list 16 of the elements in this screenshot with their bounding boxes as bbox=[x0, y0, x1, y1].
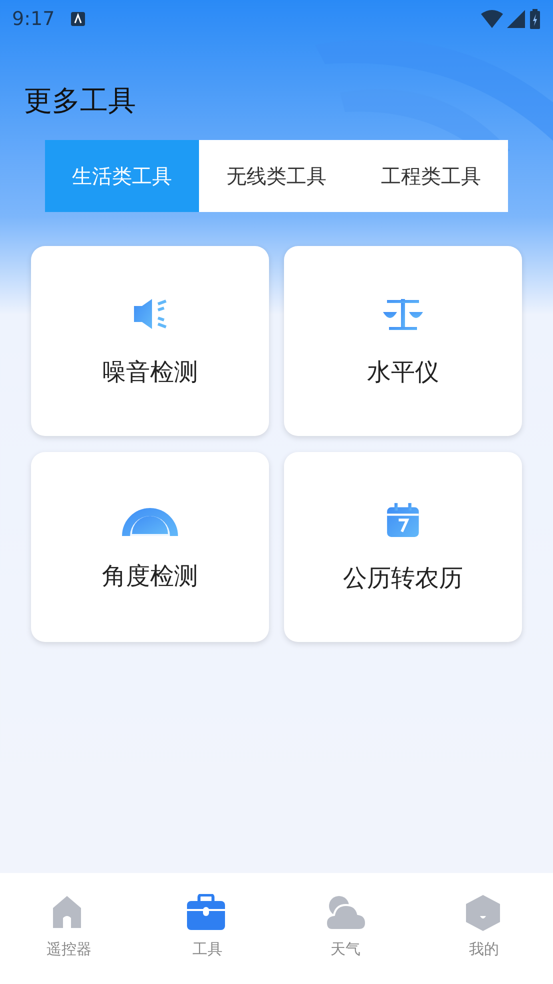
scale-icon bbox=[381, 296, 425, 332]
tool-card[interactable]: 水平仪 bbox=[284, 246, 522, 436]
tool-card[interactable]: 噪音检测 bbox=[31, 246, 269, 436]
status-time: 9:17 bbox=[12, 6, 55, 32]
tool-card[interactable]: 角度检测 bbox=[31, 452, 269, 642]
calendar-icon bbox=[386, 502, 420, 538]
signal-icon bbox=[507, 10, 525, 28]
battery-icon bbox=[529, 9, 541, 29]
nav-tab[interactable]: 遥控器 bbox=[0, 893, 138, 984]
keyboard-icon bbox=[70, 12, 85, 26]
nav-tab[interactable]: 我的 bbox=[414, 893, 553, 984]
wifi-icon bbox=[481, 10, 503, 28]
nav-tab[interactable]: 工具 bbox=[138, 893, 276, 984]
tool-card[interactable]: 公历转农历 bbox=[284, 452, 522, 642]
nav-tab[interactable]: 天气 bbox=[276, 893, 415, 984]
page-title: 更多工具 bbox=[24, 84, 137, 118]
